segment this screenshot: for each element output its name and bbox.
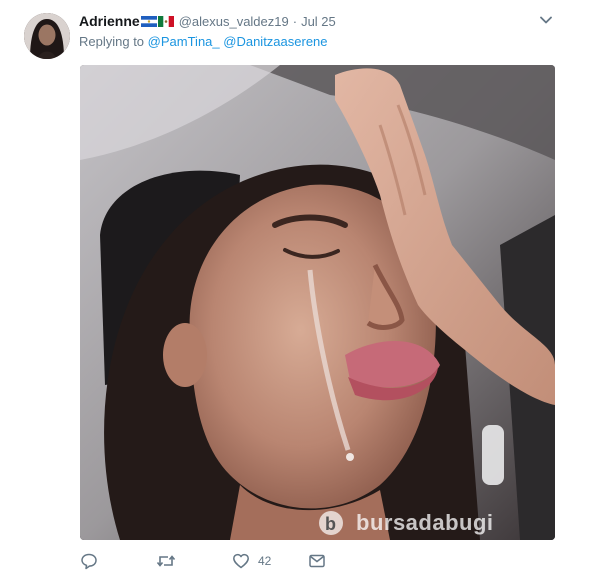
envelope-icon xyxy=(309,554,325,568)
tweet-card: Adrienne @alexus_valdez19 · Jul 25 Reply… xyxy=(0,0,590,570)
bursadabugi-logo-icon: b xyxy=(319,511,343,535)
reply-button[interactable] xyxy=(80,552,98,570)
heart-icon xyxy=(233,553,249,569)
mention-link-1[interactable]: @PamTina_ xyxy=(148,34,220,49)
display-name[interactable]: Adrienne xyxy=(79,13,140,29)
tweet-header: Adrienne @alexus_valdez19 · Jul 25 xyxy=(79,11,336,31)
retweet-icon xyxy=(156,555,176,567)
el-salvador-flag-icon xyxy=(140,15,157,27)
reply-icon xyxy=(81,553,97,570)
separator-dot: · xyxy=(292,13,298,29)
user-handle[interactable]: @alexus_valdez19 xyxy=(179,14,289,29)
svg-text:b: b xyxy=(325,514,337,534)
like-button[interactable]: 42 xyxy=(232,552,271,570)
replying-to-label: Replying to xyxy=(79,34,145,49)
tweet-media-image[interactable] xyxy=(80,65,555,540)
mention-link-2[interactable]: @Danitzaaserene xyxy=(223,34,327,49)
replying-to-line: Replying to @PamTina_ @Danitzaaserene xyxy=(79,34,328,49)
avatar[interactable] xyxy=(24,13,70,59)
watermark-text: bursadabugi xyxy=(356,510,494,535)
like-count: 42 xyxy=(258,554,272,568)
direct-message-button[interactable] xyxy=(308,552,326,570)
chevron-down-icon[interactable] xyxy=(537,13,555,27)
tweet-date[interactable]: Jul 25 xyxy=(301,14,336,29)
retweet-button[interactable] xyxy=(156,552,176,570)
media-watermark: b bursadabugi xyxy=(318,510,494,536)
tweet-actions: 42 xyxy=(80,552,340,570)
mexico-flag-icon xyxy=(157,15,174,27)
